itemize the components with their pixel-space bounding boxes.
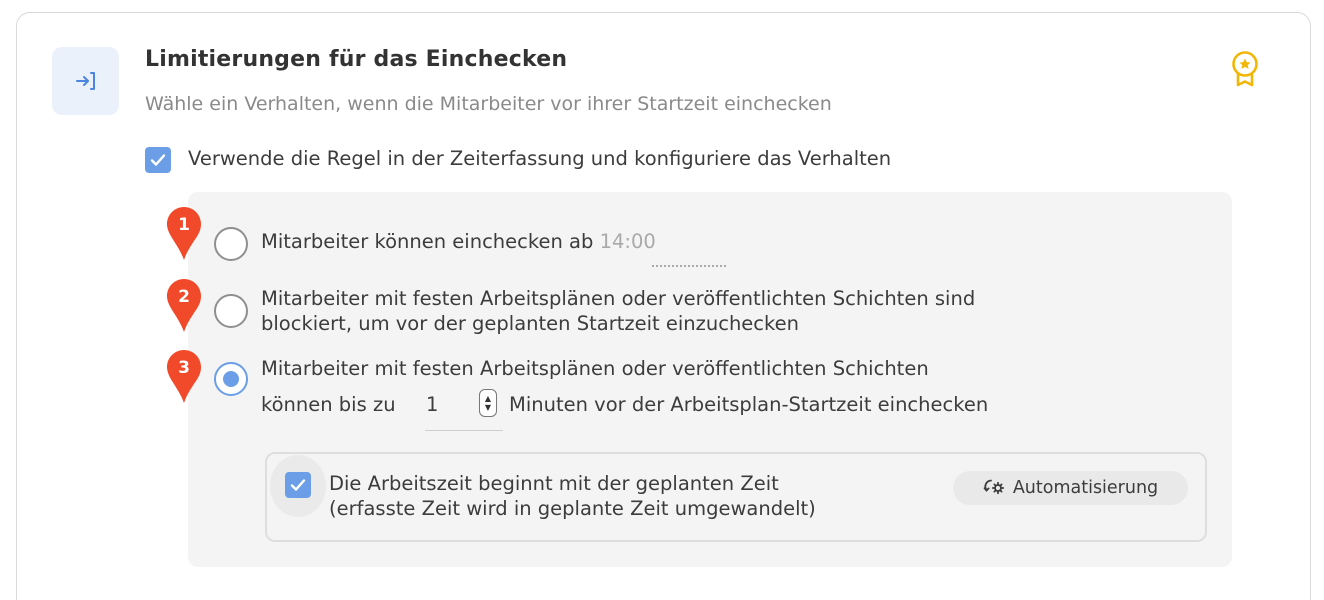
time-input-underline <box>652 265 726 267</box>
option-3-radio[interactable] <box>214 362 248 396</box>
minutes-input-underline <box>425 430 503 431</box>
option-2-label: Mitarbeiter mit festen Arbeitsplänen ode… <box>261 287 976 335</box>
option-3-before-input: können bis zu <box>261 393 396 416</box>
option-1-label: Mitarbeiter können einchecken ab 14:00 <box>261 230 656 253</box>
automation-gear-icon <box>983 476 1005 501</box>
option-1-radio[interactable] <box>214 227 248 261</box>
option-3-label: Mitarbeiter mit festen Arbeitsplänen ode… <box>261 357 929 380</box>
planned-time-checkbox[interactable] <box>285 472 311 498</box>
planned-time-label: Die Arbeitszeit beginnt mit der geplante… <box>329 472 816 520</box>
login-icon <box>52 47 119 115</box>
option-2-radio[interactable] <box>214 294 248 328</box>
automation-button[interactable]: Automatisierung <box>953 471 1188 505</box>
time-input[interactable]: 14:00 <box>600 230 656 253</box>
chevron-down-icon[interactable]: ▼ <box>485 403 491 412</box>
option-3-after-input: Minuten vor der Arbeitsplan-Startzeit ei… <box>509 393 989 416</box>
minutes-spinner[interactable]: ▲ ▼ <box>479 389 497 417</box>
use-rule-checkbox[interactable] <box>145 147 171 173</box>
chevron-up-icon[interactable]: ▲ <box>485 394 491 403</box>
award-icon <box>1230 50 1260 88</box>
automation-button-label: Automatisierung <box>1012 478 1159 498</box>
marker-3: 3 <box>166 349 212 405</box>
page-subtitle: Wähle ein Verhalten, wenn die Mitarbeite… <box>145 93 832 115</box>
use-rule-label: Verwende die Regel in der Zeiterfassung … <box>188 147 892 170</box>
page-title: Limitierungen für das Einchecken <box>145 47 568 72</box>
marker-1: 1 <box>166 206 212 262</box>
minutes-input[interactable]: 1 <box>426 393 438 416</box>
marker-2: 2 <box>166 278 212 334</box>
